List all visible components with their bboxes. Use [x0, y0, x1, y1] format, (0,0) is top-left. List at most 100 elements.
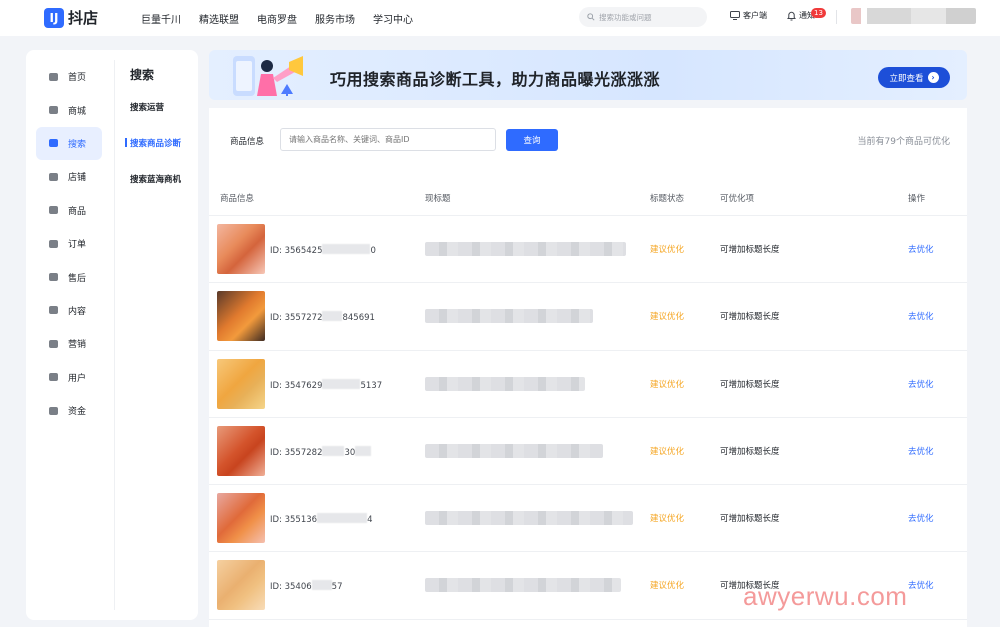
- monitor-icon: [730, 11, 740, 20]
- sidebar-item-aftersale[interactable]: 售后: [36, 260, 102, 293]
- table-row: ID: 3557282 30 建议优化 可增加标题长度 去优化: [209, 418, 967, 486]
- top-bar: IJ 抖店 巨量千川 精选联盟 电商罗盘 服务市场 学习中心 搜索功能或问题 客…: [0, 0, 1000, 36]
- banner-title: 巧用搜索商品诊断工具，助力商品曝光涨涨涨: [330, 70, 661, 89]
- optimize-item: 可增加标题长度: [720, 245, 780, 255]
- sidebar-item-label: 资金: [68, 407, 87, 418]
- optimize-link[interactable]: 去优化: [908, 378, 934, 390]
- sidebar-item-mall[interactable]: 商城: [36, 93, 102, 126]
- column-header: 操作: [908, 194, 926, 204]
- product-title: [425, 443, 603, 458]
- banner-illustration: [233, 56, 303, 96]
- optimize-link[interactable]: 去优化: [908, 243, 934, 255]
- sidebar-item-label: 营销: [68, 340, 87, 351]
- shop-icon: [48, 172, 59, 182]
- view-now-button[interactable]: 立即查看 ›: [878, 67, 950, 88]
- optimize-item: 可增加标题长度: [720, 379, 780, 390]
- title-status: 建议优化: [650, 245, 685, 255]
- product-table: ID: 3565425 0 建议优化 可增加标题长度 去优化 ID: 355727…: [209, 216, 967, 620]
- product-title: [425, 376, 585, 391]
- optimize-link[interactable]: 去优化: [908, 310, 934, 322]
- optimize-item: 可增加标题长度: [720, 514, 780, 525]
- product-thumbnail: [217, 224, 265, 274]
- column-header: 可优化项: [720, 194, 755, 204]
- sidebar: 首页 商城 搜索 店铺 商品 订单 售后 内容 营销 用户 资金 搜索 搜索运营…: [26, 50, 198, 620]
- table-row: ID: 3565425 0 建议优化 可增加标题长度 去优化: [209, 216, 967, 284]
- sidebar-item-shop[interactable]: 店铺: [36, 160, 102, 193]
- query-button[interactable]: 查询: [506, 129, 558, 151]
- top-nav-item[interactable]: 精选联盟: [199, 11, 239, 26]
- table-row: ID: 3547629 5137 建议优化 可增加标题长度 去优化: [209, 351, 967, 418]
- divider: [836, 10, 837, 24]
- sidebar-item-funds[interactable]: 资金: [36, 394, 102, 427]
- sidebar-item-label: 订单: [68, 240, 87, 251]
- content-icon: [48, 305, 59, 315]
- search-icon: [587, 13, 595, 21]
- optimize-item: 可增加标题长度: [720, 312, 780, 323]
- optimizable-count: 当前有79个商品可优化: [857, 137, 950, 147]
- table-row: ID: 355136 4 建议优化 可增加标题长度 去优化: [209, 485, 967, 553]
- user-icon: [48, 372, 59, 382]
- title-status: 建议优化: [650, 312, 685, 323]
- sidebar-item-label: 商城: [68, 106, 87, 117]
- bell-icon: [787, 11, 796, 20]
- view-now-label: 立即查看: [889, 73, 924, 84]
- aftersale-icon: [48, 272, 59, 282]
- sidebar-item-label: 店铺: [68, 173, 87, 184]
- top-nav-item[interactable]: 电商罗盘: [257, 11, 297, 26]
- title-status: 建议优化: [650, 446, 685, 457]
- home-icon: [48, 72, 59, 82]
- sidebar-item-label: 商品: [68, 206, 87, 217]
- sidebar-item-label: 首页: [68, 73, 87, 84]
- sidebar-item-label: 内容: [68, 306, 87, 317]
- global-search-input[interactable]: 搜索功能或问题: [579, 7, 707, 27]
- search-nav-icon: [48, 138, 59, 148]
- sidebar-item-label: 用户: [68, 373, 87, 384]
- optimize-link[interactable]: 去优化: [908, 579, 934, 591]
- subnav-item-search-diagnosis[interactable]: 搜索商品诊断: [130, 137, 181, 173]
- column-header: 商品信息: [220, 194, 255, 204]
- optimize-link[interactable]: 去优化: [908, 512, 934, 524]
- sidebar-item-order[interactable]: 订单: [36, 227, 102, 260]
- secondary-nav-title: 搜索: [130, 68, 155, 82]
- product-title: [425, 242, 626, 256]
- top-nav-item[interactable]: 巨量千川: [141, 11, 181, 26]
- watermark: awyerwu.com: [743, 581, 908, 611]
- order-icon: [48, 239, 59, 249]
- title-status: 建议优化: [650, 379, 685, 390]
- product-id: ID: 3557282 30: [270, 445, 372, 458]
- top-nav-item[interactable]: 服务市场: [315, 11, 355, 26]
- optimize-link[interactable]: 去优化: [908, 445, 934, 457]
- sidebar-item-home[interactable]: 首页: [36, 60, 102, 93]
- search-placeholder: 搜索功能或问题: [599, 12, 652, 22]
- user-account[interactable]: [851, 8, 976, 24]
- main-panel: 商品信息 查询 当前有79个商品可优化 商品信息 现标题 标题状态 可优化项 操…: [209, 108, 967, 627]
- sidebar-item-product[interactable]: 商品: [36, 194, 102, 227]
- filter-label: 商品信息: [230, 137, 265, 147]
- logo-icon: IJ: [44, 7, 64, 28]
- arrow-right-icon: ›: [927, 72, 939, 83]
- product-thumbnail: [217, 493, 265, 544]
- subnav-item-blue-ocean[interactable]: 搜索蓝海商机: [130, 173, 181, 209]
- product-thumbnail: [217, 291, 265, 342]
- sidebar-item-content[interactable]: 内容: [36, 294, 102, 327]
- promo-banner: 巧用搜索商品诊断工具，助力商品曝光涨涨涨 立即查看 ›: [209, 50, 967, 100]
- client-button[interactable]: 客户端: [730, 10, 767, 21]
- product-icon: [48, 205, 59, 215]
- funds-icon: [48, 406, 59, 416]
- subnav-item-search-ops[interactable]: 搜索运营: [130, 101, 181, 137]
- sidebar-item-user[interactable]: 用户: [36, 361, 102, 394]
- sidebar-item-label: 售后: [68, 273, 87, 284]
- secondary-nav: 搜索 搜索运营 搜索商品诊断 搜索蓝海商机: [130, 66, 181, 209]
- top-nav-item[interactable]: 学习中心: [373, 11, 413, 26]
- product-id: ID: 35406 57: [270, 580, 343, 593]
- top-nav: 巨量千川 精选联盟 电商罗盘 服务市场 学习中心: [141, 11, 431, 26]
- title-status: 建议优化: [650, 514, 685, 525]
- app-logo[interactable]: IJ 抖店: [44, 7, 98, 28]
- product-id: ID: 3557272 845691: [270, 311, 375, 324]
- sidebar-item-search[interactable]: 搜索: [36, 126, 102, 161]
- product-search-input[interactable]: [280, 128, 496, 151]
- product-title: [425, 511, 633, 526]
- column-header: 标题状态: [650, 194, 685, 204]
- product-id: ID: 355136 4: [270, 513, 373, 526]
- sidebar-item-marketing[interactable]: 营销: [36, 327, 102, 360]
